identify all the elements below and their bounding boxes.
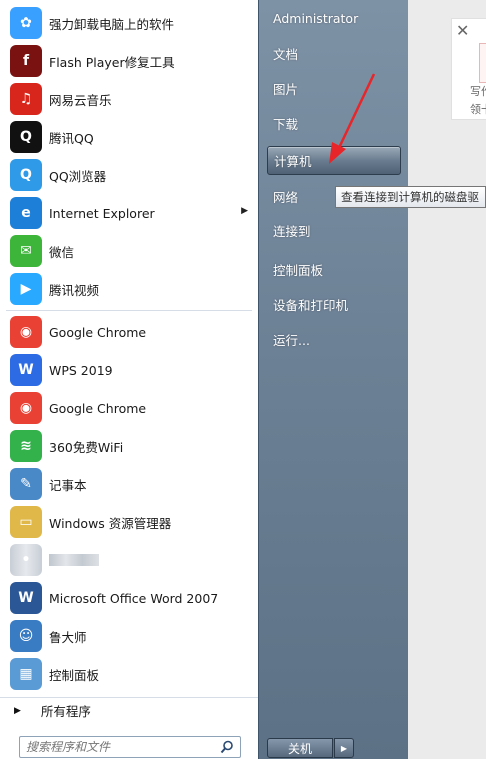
program-label: 控制面板	[49, 667, 100, 683]
blurred-app-icon: •	[10, 544, 42, 576]
notice-line-2: 领卡	[470, 103, 486, 116]
start-menu-programs-panel: ✿ 强力卸载电脑上的软件 f Flash Player修复工具 ♫ 网易云音乐 Q 腾讯QQ Q…	[0, 0, 258, 759]
close-icon[interactable]: ✕	[456, 21, 469, 40]
notification-card: ✕ 写作 领卡	[451, 18, 486, 120]
program-label: 网易云音乐	[49, 92, 112, 108]
shutdown-options-button[interactable]: ▶	[334, 738, 354, 758]
search-box[interactable]	[19, 736, 241, 758]
qq-penguin-icon: Q	[10, 121, 42, 153]
program-item[interactable]: ✎ 记事本	[6, 465, 254, 503]
program-item[interactable]: ≋ 360免费WiFi	[6, 427, 254, 465]
program-label: Windows 资源管理器	[49, 515, 172, 531]
program-item[interactable]: e Internet Explorer ▶	[6, 194, 254, 232]
colorful-flower-icon: ✿	[10, 7, 42, 39]
places-item[interactable]: 控制面板	[267, 255, 401, 284]
program-label: Google Chrome	[49, 324, 147, 340]
netease-music-icon: ♫	[10, 83, 42, 115]
places-item[interactable]: 连接到	[267, 216, 401, 245]
program-label: Microsoft Office Word 2007	[49, 590, 219, 606]
program-label: 腾讯视频	[49, 282, 100, 298]
tencent-video-icon: ▶	[10, 273, 42, 305]
red-badge-shape	[479, 43, 486, 83]
ludashi-icon: ☺	[10, 620, 42, 652]
wifi-icon: ≋	[10, 430, 42, 462]
flash-player-icon: f	[10, 45, 42, 77]
program-item[interactable]: Q 腾讯QQ	[6, 118, 254, 156]
qq-browser-icon: Q	[10, 159, 42, 191]
shutdown-button[interactable]: 关机	[267, 738, 333, 758]
expand-triangle-icon: ▶	[14, 705, 21, 716]
program-label: 腾讯QQ	[49, 130, 94, 146]
program-label: Flash Player修复工具	[49, 54, 175, 70]
all-programs-button[interactable]: ▶ 所有程序	[0, 697, 258, 723]
program-item[interactable]: ◉ Google Chrome	[6, 389, 254, 427]
notice-line-1: 写作	[470, 85, 486, 98]
program-item[interactable]: ◉ Google Chrome	[6, 313, 254, 351]
word-icon: W	[10, 582, 42, 614]
places-item[interactable]: Administrator	[267, 4, 401, 33]
program-item[interactable]: ☺ 鲁大师	[6, 617, 254, 655]
chrome-icon: ◉	[10, 392, 42, 424]
all-programs-label: 所有程序	[40, 704, 91, 719]
program-label: 鲁大师	[49, 629, 87, 645]
control-panel-icon: ▦	[10, 658, 42, 690]
program-label: 360免费WiFi	[49, 439, 124, 455]
submenu-arrow-icon: ▶	[241, 206, 248, 216]
program-label: WPS 2019	[49, 362, 113, 378]
program-label: Google Chrome	[49, 400, 147, 416]
program-item[interactable]: ✉ 微信	[6, 232, 254, 270]
program-label	[49, 554, 99, 566]
program-item[interactable]: ▭ Windows 资源管理器	[6, 503, 254, 541]
program-item[interactable]: ▶ 腾讯视频	[6, 270, 254, 308]
folder-explorer-icon: ▭	[10, 506, 42, 538]
red-pointer-arrow-icon	[329, 73, 376, 164]
wechat-icon: ✉	[10, 235, 42, 267]
divider	[6, 310, 252, 311]
internet-explorer-icon: e	[10, 197, 42, 229]
places-item[interactable]: 运行...	[267, 325, 401, 354]
program-item[interactable]: W WPS 2019	[6, 351, 254, 389]
program-item[interactable]: W Microsoft Office Word 2007	[6, 579, 254, 617]
program-label: 微信	[49, 244, 75, 260]
search-icon[interactable]	[220, 740, 234, 754]
program-label: Internet Explorer	[49, 205, 155, 221]
computer-tooltip: 查看连接到计算机的磁盘驱	[335, 186, 486, 208]
program-label: QQ浏览器	[49, 168, 107, 184]
program-item[interactable]: ✿ 强力卸载电脑上的软件	[6, 4, 254, 42]
search-input[interactable]	[26, 740, 216, 754]
chevron-right-icon: ▶	[340, 743, 348, 753]
program-item[interactable]: ♫ 网易云音乐	[6, 80, 254, 118]
program-item[interactable]: Q QQ浏览器	[6, 156, 254, 194]
wps-icon: W	[10, 354, 42, 386]
program-item[interactable]: •	[6, 541, 254, 579]
places-item[interactable]: 文档	[267, 39, 401, 68]
places-item[interactable]: 设备和打印机	[267, 290, 401, 319]
program-label: 强力卸载电脑上的软件	[49, 16, 175, 32]
program-item[interactable]: ▦ 控制面板	[6, 655, 254, 693]
program-item[interactable]: f Flash Player修复工具	[6, 42, 254, 80]
notepad-icon: ✎	[10, 468, 42, 500]
chrome-icon: ◉	[10, 316, 42, 348]
program-label: 记事本	[49, 477, 87, 493]
program-list: ✿ 强力卸载电脑上的软件 f Flash Player修复工具 ♫ 网易云音乐 Q 腾讯QQ Q…	[6, 4, 254, 693]
